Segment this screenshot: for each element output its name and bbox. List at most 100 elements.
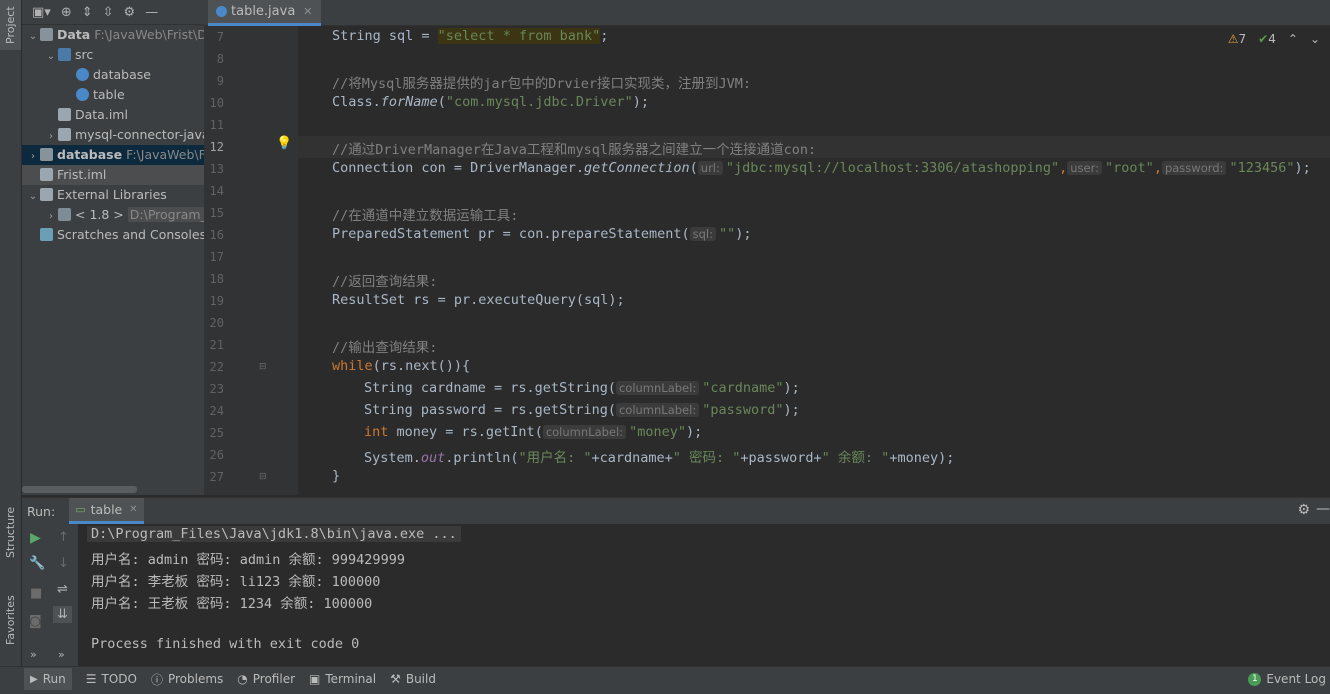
terminal-tool-button[interactable]: ▣ Terminal [309,672,376,686]
tree-item-label: Data.iml [75,107,128,122]
code-line-9: //将Mysql服务器提供的jar包中的Drvier接口实现类，注册到JVM: [332,76,752,92]
close-tab-icon[interactable]: ✕ [303,5,312,18]
check-count: 4 [1268,32,1276,46]
rerun-icon[interactable]: ▶ [30,530,41,546]
iml-file-icon [40,168,53,181]
project-toolbar: ▣▾ ⊕ ⇕ ⇳ ⚙ — [22,0,204,25]
code-line-27: } [332,468,341,484]
chevron-down-icon[interactable]: ⌄ [44,47,58,67]
scroll-to-end-icon[interactable]: ⇊ [53,606,72,623]
arrow-down-icon[interactable]: ↓ [58,556,69,571]
tree-item[interactable]: › mysql-connector-java [22,125,204,145]
stop-icon[interactable]: ■ [30,586,42,601]
camera-icon[interactable]: ◙ [29,614,42,629]
console-line: 用户名: 李老板 密码: li123 余额: 100000 [91,574,381,590]
wrench-icon[interactable]: 🔧 [29,556,45,571]
profiler-tool-button[interactable]: ◔ Profiler [237,672,295,686]
chevron-up-icon[interactable]: ⌃ [1288,32,1298,46]
tree-item[interactable]: table [22,85,204,105]
event-count-badge: 1 [1248,672,1262,686]
code-line-7: String sql = "select * from bank"; [332,28,609,44]
list-icon: ☰ [85,672,97,686]
library-icon [40,188,53,201]
todo-tool-button[interactable]: ☰ TODO [86,672,137,686]
line-number: 16 [209,228,224,242]
event-log-button[interactable]: 1 Event Log [1248,672,1326,686]
chevron-down-icon[interactable]: ⌄ [26,27,40,47]
tree-item[interactable]: ⌄ src [22,45,204,65]
run-config-icon: ▭ [75,503,86,516]
tree-item-label: database [57,147,123,162]
soft-wrap-icon[interactable]: ⇌ [57,582,68,597]
warning-icon: ⚠ [1227,32,1239,46]
tree-item-label: mysql-connector-java [75,127,204,142]
line-number: 17 [209,250,224,264]
tab-table-java[interactable]: table.java ✕ [208,0,321,26]
line-number: 18 [209,272,224,286]
tree-item-label: Frist.iml [57,167,107,182]
status-bar [0,690,1330,694]
tree-item[interactable]: › < 1.8 >D:\Program_Files\Java\jdk1.8 [22,205,204,225]
tree-item[interactable]: ⌄ External Libraries [22,185,204,205]
hide-icon[interactable]: — [1316,501,1330,517]
project-tool-tab[interactable]: Project [0,0,21,50]
console-line: 用户名: admin 密码: admin 余额: 999429999 [91,552,405,568]
problems-tool-label: Problems [167,672,224,686]
event-log-label: Event Log [1266,672,1326,686]
run-label: Run: [27,503,56,519]
more-icon[interactable]: » [58,648,65,661]
line-number: 20 [209,316,224,330]
chevron-right-icon[interactable]: › [44,207,58,227]
tree-item[interactable]: database [22,65,204,85]
tree-item[interactable]: Scratches and Consoles [22,225,204,245]
build-tool-button[interactable]: ⚒ Build [390,672,436,686]
problems-tool-button[interactable]: ⓘ Problems [151,671,223,688]
chevron-down-icon[interactable]: ⌄ [1310,32,1320,46]
line-number: 24 [209,404,224,418]
fold-marker-icon[interactable]: ⊟ [259,362,267,372]
gear-icon[interactable]: ⚙ [1297,502,1310,518]
tree-item[interactable]: ⌄ Data F:\JavaWeb\Frist\D [22,25,204,45]
tree-item[interactable]: Frist.iml [22,165,204,185]
tree-item-path: F:\JavaWeb\F [126,147,204,162]
favorites-tool-tab-label: Favorites [4,595,17,645]
view-mode-icon[interactable]: ▣▾ [32,5,51,20]
gear-icon[interactable]: ⚙ [124,5,136,20]
java-class-icon [76,68,89,81]
hide-icon[interactable]: — [145,5,158,20]
todo-tool-label: TODO [101,672,137,686]
inspection-widget[interactable]: ⚠7 ✔4 ⌃ ⌄ [1228,32,1320,46]
line-number: 21 [209,338,224,352]
line-number: 10 [209,96,224,110]
arrow-up-icon[interactable]: ↑ [58,530,69,545]
collapse-all-icon[interactable]: ⇳ [103,5,114,20]
lightbulb-icon[interactable]: 💡 [276,136,292,151]
code-line-21: //输出查询结果: [332,340,438,356]
tree-item[interactable]: Data.iml [22,105,204,125]
run-tool-button[interactable]: ▶ Run [24,668,72,690]
run-panel-header: Run: ▭ table ✕ ⚙ — [22,497,1330,524]
chevron-right-icon[interactable]: › [26,147,40,167]
structure-tool-tab[interactable]: Structure [0,500,21,565]
locate-icon[interactable]: ⊕ [61,5,72,20]
code-line-25: int money = rs.getInt(columnLabel: "money… [364,424,703,440]
favorites-tool-tab[interactable]: Favorites [0,585,21,655]
hammer-icon: ⚒ [390,672,401,686]
tree-item-path: F:\JavaWeb\Frist\D [94,27,204,42]
java-class-icon [76,88,89,101]
expand-all-icon[interactable]: ⇕ [82,5,93,20]
line-number-gutter: 7 8 9 10 11 12 13 14 15 16 17 18 19 20 21 22 23 24 25 26 27 … [204,26,298,495]
tree-item-label: database [93,67,151,82]
code-editor[interactable]: ⚠7 ✔4 ⌃ ⌄ String sql = "select * from ba… [298,26,1330,495]
run-console-output[interactable]: D:\Program_Files\Java\jdk1.8\bin\java.ex… [78,524,1330,666]
tree-item[interactable]: › database F:\JavaWeb\F [22,145,204,165]
horizontal-scrollbar[interactable] [22,486,137,493]
fold-marker-icon[interactable]: ⊟ [259,472,267,482]
close-tab-icon[interactable]: ✕ [129,504,137,515]
jdk-icon [58,208,71,221]
chevron-down-icon[interactable]: ⌄ [26,187,40,207]
chevron-right-icon[interactable]: › [44,127,58,147]
run-tab-table[interactable]: ▭ table ✕ [69,498,144,524]
tree-item-label: src [75,47,94,62]
more-icon[interactable]: » [30,648,37,661]
